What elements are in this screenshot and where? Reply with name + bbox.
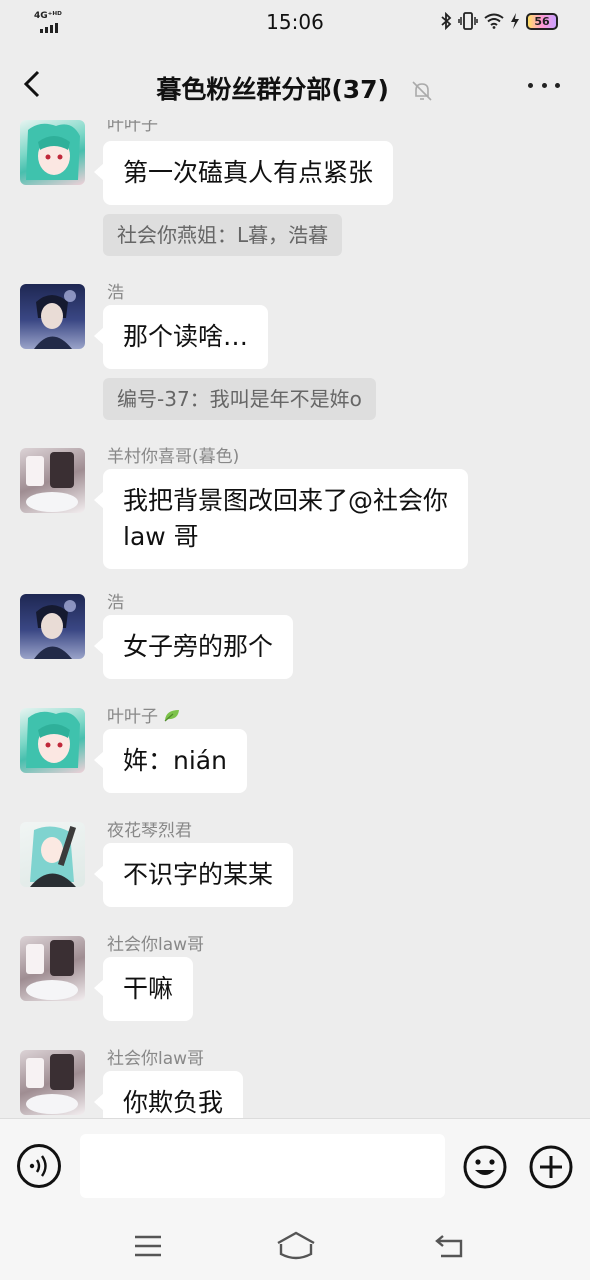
sender-name: 社会你law哥 [107,1049,205,1069]
sender-name: 浩 [107,283,124,303]
chat-title: 暮色粉丝群分部(37) [156,75,389,104]
teal-hair-anime-avatar-icon [30,826,77,887]
avatar[interactable] [20,1050,85,1115]
sender-name: 叶叶子 [107,120,158,135]
plush-photo-avatar-icon [26,452,78,512]
home-icon[interactable] [275,1230,317,1262]
message-input[interactable] [80,1134,445,1198]
voice-input-button[interactable] [17,1144,61,1188]
dot-icon [528,82,533,88]
plush-photo-avatar-icon [26,940,78,1000]
message-item: 叶叶子 姩：nián [20,702,580,802]
wifi-icon [484,13,504,29]
leaf-icon [165,710,180,722]
system-navigation-bar [0,1210,590,1280]
back-icon[interactable] [433,1230,465,1262]
bluetooth-icon [441,12,452,30]
dark-anime-boy-avatar-icon [34,290,76,349]
quoted-message[interactable]: 编号-37：我叫是年不是姩o [103,378,376,420]
message-bubble[interactable]: 干嘛 [93,957,194,1021]
dark-anime-boy-avatar-icon [34,600,76,659]
message-line: 我把背景图改回来了@社会你 [123,486,449,515]
input-bar [0,1118,590,1210]
chat-title-wrap[interactable]: 暮色粉丝群分部(37) [0,70,590,106]
plus-button[interactable] [528,1144,574,1190]
status-bar: 4G⁺ᴴᴰ 15:06 56 [0,0,590,46]
message-bubble[interactable]: 那个读啥… [93,305,269,369]
avatar[interactable] [20,284,85,349]
battery-icon: 56 [526,12,558,30]
sender-name: 浩 [107,593,124,613]
message-item: 浩 那个读啥… 编号-37：我叫是年不是姩o [20,278,580,428]
avatar[interactable] [20,594,85,659]
message-item: 社会你law哥 你欺负我 [20,1044,580,1118]
dot-icon [541,82,547,88]
charging-icon [511,13,519,29]
message-bubble[interactable]: 我把背景图改回来了@社会你 law 哥 [93,469,469,569]
message-item: 浩 女子旁的那个 [20,588,580,688]
sender-name: 羊村你喜哥(暮色) [107,447,240,467]
message-bubble[interactable]: 不识字的某某 [93,843,294,907]
emoji-button[interactable] [462,1144,508,1190]
sender-name: 夜花琴烈君 [107,821,192,841]
message-bubble[interactable]: 你欺负我 [93,1071,244,1118]
avatar[interactable] [20,822,85,887]
quoted-message[interactable]: 社会你燕姐：L暮，浩暮 [103,214,343,256]
voice-icon [29,1155,47,1177]
message-item: 叶叶子 第一次磕真人有点紧张 社会你燕姐：L暮，浩暮 [20,120,580,260]
sender-name-text: 叶叶子 [107,707,158,727]
message-item: 夜花琴烈君 不识字的某某 [20,816,580,916]
more-options-button[interactable] [528,80,560,90]
avatar[interactable] [20,448,85,513]
vibrate-icon [458,12,478,30]
avatar[interactable] [20,120,85,185]
sender-name: 社会你law哥 [107,935,205,955]
chat-header: 暮色粉丝群分部(37) [0,50,590,120]
avatar[interactable] [20,708,85,773]
dot-icon [555,82,560,88]
message-bubble[interactable]: 姩：nián [94,729,247,793]
message-bubble[interactable]: 第一次磕真人有点紧张 [93,141,394,205]
message-item: 社会你law哥 干嘛 [20,930,580,1030]
green-hair-anime-avatar-icon [26,711,80,768]
avatar[interactable] [20,936,85,1001]
green-hair-anime-avatar-icon [26,123,80,180]
chat-area[interactable]: 叶叶子 第一次磕真人有点紧张 社会你燕姐：L暮，浩暮 浩 那个读啥… 编号-37… [0,120,590,1118]
message-line: law 哥 [123,522,199,551]
mute-bell-icon [412,81,432,101]
message-bubble[interactable]: 女子旁的那个 [93,615,294,679]
menu-icon[interactable] [132,1230,164,1262]
plush-photo-avatar-icon [26,1054,78,1114]
message-item: 羊村你喜哥(暮色) 我把背景图改回来了@社会你 law 哥 [20,442,580,572]
sender-name: 叶叶子 [107,702,181,727]
